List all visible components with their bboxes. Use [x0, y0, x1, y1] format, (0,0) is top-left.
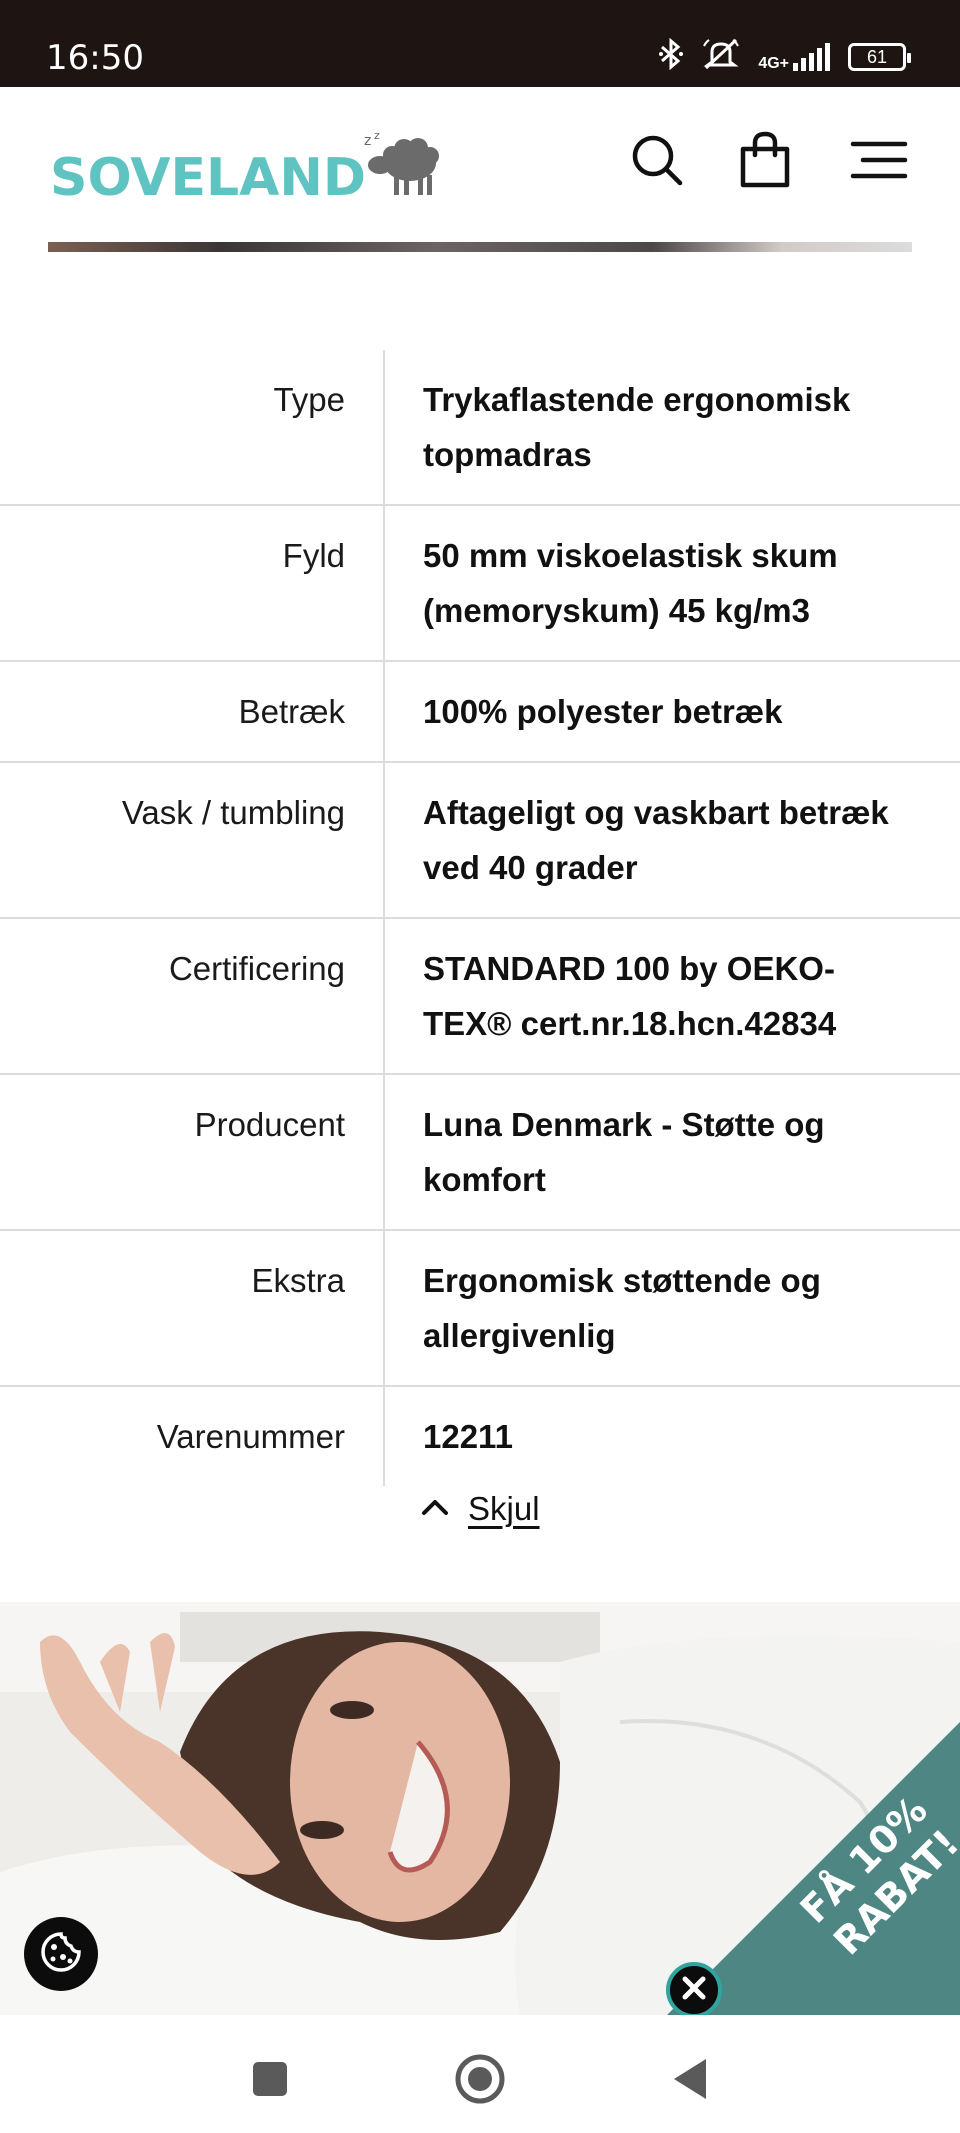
spec-value: Trykaflastende ergonomisk topmadras	[423, 381, 851, 473]
spec-value: 12211	[423, 1418, 513, 1455]
recent-apps-icon	[251, 2060, 289, 2103]
search-icon	[630, 133, 684, 192]
spec-row: Betræk 100% polyester betræk	[0, 662, 960, 763]
spec-row: Varenummer 12211	[0, 1387, 960, 1486]
status-bar: 16:50 4G+ 61	[0, 0, 960, 87]
spec-value: Aftageligt og vaskbart betræk ved 40 gra…	[423, 794, 889, 886]
soveland-logo[interactable]: SOVELAND z z	[50, 129, 442, 208]
signal-icon	[793, 43, 830, 71]
spec-value: 50 mm viskoelastisk skum (memoryskum) 45…	[423, 537, 838, 629]
close-promo-button[interactable]	[666, 1962, 722, 2018]
menu-button[interactable]	[844, 127, 914, 197]
recent-apps-button[interactable]	[240, 2051, 300, 2111]
site-header: SOVELAND z z	[0, 87, 960, 242]
svg-text:z: z	[364, 133, 371, 149]
back-icon	[670, 2057, 710, 2106]
home-button[interactable]	[450, 2051, 510, 2111]
logo-text: SOVELAND	[50, 148, 367, 208]
spec-row: Fyld 50 mm viskoelastisk skum (memorysku…	[0, 506, 960, 662]
battery-icon: 61	[848, 43, 911, 71]
spec-label: Producent	[0, 1075, 385, 1229]
sheep-logo-icon: z z	[362, 129, 442, 206]
status-icons: 4G+ 61	[658, 37, 911, 76]
spec-label: Fyld	[0, 506, 385, 660]
home-icon	[454, 2053, 506, 2110]
cart-button[interactable]	[730, 127, 800, 197]
chevron-up-icon	[420, 1497, 450, 1522]
battery-level: 61	[866, 46, 888, 67]
status-time: 16:50	[46, 38, 144, 78]
spec-label: Certificering	[0, 919, 385, 1073]
cookie-settings-button[interactable]	[24, 1917, 98, 1991]
spec-label: Varenummer	[0, 1387, 385, 1486]
spec-row: Ekstra Ergonomisk støttende og allergive…	[0, 1231, 960, 1387]
mute-icon	[702, 38, 740, 76]
back-button[interactable]	[660, 2051, 720, 2111]
close-icon	[679, 1973, 709, 2008]
spec-label: Vask / tumbling	[0, 763, 385, 917]
hamburger-menu-icon	[850, 140, 908, 185]
spec-label: Betræk	[0, 662, 385, 761]
product-specifications-table: Type Trykaflastende ergonomisk topmadras…	[0, 350, 960, 1486]
hide-specs-toggle[interactable]: Skjul	[420, 1490, 540, 1528]
bluetooth-icon	[658, 37, 684, 76]
spec-value: STANDARD 100 by OEKO-TEX® cert.nr.18.hcn…	[423, 950, 837, 1042]
shopping-bag-icon	[739, 131, 791, 194]
spec-value: 100% polyester betræk	[423, 693, 783, 730]
spec-row: Producent Luna Denmark - Støtte og komfo…	[0, 1075, 960, 1231]
cookie-icon	[39, 1930, 83, 1979]
spec-row: Certificering STANDARD 100 by OEKO-TEX® …	[0, 919, 960, 1075]
search-button[interactable]	[622, 127, 692, 197]
system-navigation-bar	[0, 2015, 960, 2133]
product-image-edge	[48, 242, 912, 252]
network-indicator: 4G+	[758, 43, 830, 72]
spec-label: Ekstra	[0, 1231, 385, 1385]
network-label: 4G+	[758, 55, 789, 72]
spec-value: Ergonomisk støttende og allergivenlig	[423, 1262, 821, 1354]
spec-row: Vask / tumbling Aftageligt og vaskbart b…	[0, 763, 960, 919]
spec-value: Luna Denmark - Støtte og komfort	[423, 1106, 825, 1198]
hide-specs-label: Skjul	[468, 1490, 540, 1527]
spec-label: Type	[0, 350, 385, 504]
svg-text:z: z	[374, 131, 380, 142]
spec-row: Type Trykaflastende ergonomisk topmadras	[0, 350, 960, 506]
